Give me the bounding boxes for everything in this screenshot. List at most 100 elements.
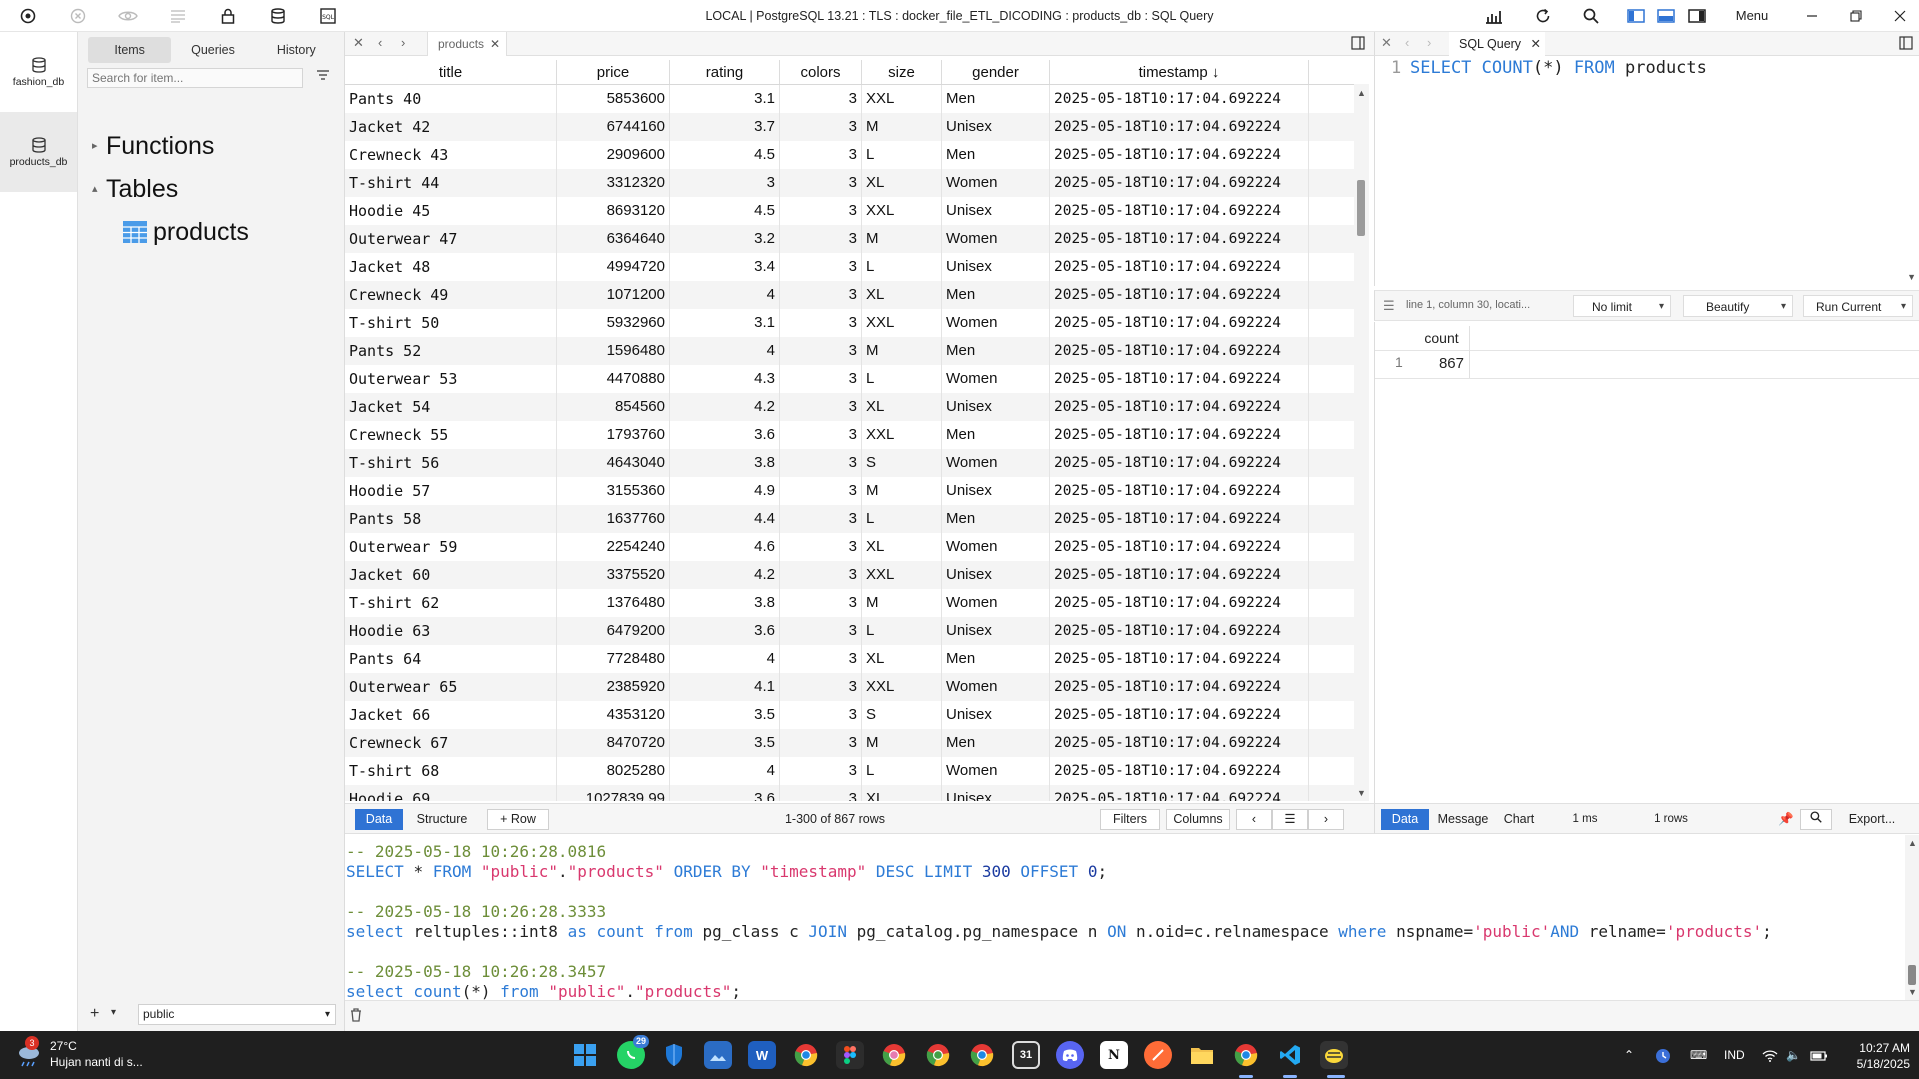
- tab-queries[interactable]: Queries: [171, 37, 254, 63]
- cell-rating[interactable]: 3.6: [670, 421, 780, 449]
- cell-title[interactable]: Pants 40: [345, 85, 557, 113]
- cell-size[interactable]: M: [862, 477, 942, 505]
- cell-colors[interactable]: 3: [780, 309, 862, 337]
- cell-price[interactable]: 854560: [557, 393, 670, 421]
- cell-rating[interactable]: 4: [670, 337, 780, 365]
- cell-colors[interactable]: 3: [780, 505, 862, 533]
- cell-rating[interactable]: 4.9: [670, 477, 780, 505]
- table-row[interactable]: Crewneck 55 1793760 3.6 3 XXL Men 2025-05-18T1…: [345, 421, 1354, 449]
- vscode-icon[interactable]: [1276, 1041, 1304, 1069]
- chrome-profile-icon[interactable]: [880, 1041, 908, 1069]
- data-tab-button[interactable]: Data: [1381, 809, 1429, 830]
- cell-title[interactable]: Jacket 42: [345, 113, 557, 141]
- cell-colors[interactable]: 3: [780, 533, 862, 561]
- cell-rating[interactable]: 4: [670, 281, 780, 309]
- search-icon[interactable]: [1800, 809, 1832, 830]
- cell-price[interactable]: 4470880: [557, 365, 670, 393]
- cell-timestamp[interactable]: 2025-05-18T10:17:04.692224: [1050, 757, 1309, 785]
- sql-code[interactable]: SELECT COUNT(*) FROM products: [1410, 58, 1707, 78]
- cell-colors[interactable]: 3: [780, 253, 862, 281]
- keyboard-icon[interactable]: ⌨: [1690, 1031, 1707, 1079]
- trash-icon[interactable]: [350, 1008, 362, 1025]
- cell-price[interactable]: 6479200: [557, 617, 670, 645]
- cell-price[interactable]: 1376480: [557, 589, 670, 617]
- whatsapp-icon[interactable]: 29: [617, 1035, 650, 1069]
- cell-timestamp[interactable]: 2025-05-18T10:17:04.692224: [1050, 505, 1309, 533]
- cell-colors[interactable]: 3: [780, 421, 862, 449]
- cell-colors[interactable]: 3: [780, 393, 862, 421]
- cell-timestamp[interactable]: 2025-05-18T10:17:04.692224: [1050, 197, 1309, 225]
- cell-title[interactable]: Hoodie 57: [345, 477, 557, 505]
- cell-gender[interactable]: Women: [942, 169, 1050, 197]
- system-clock[interactable]: 10:27 AM 5/18/2025: [1830, 1040, 1910, 1072]
- language-indicator[interactable]: IND: [1724, 1031, 1745, 1079]
- cell-price[interactable]: 7728480: [557, 645, 670, 673]
- cell-price[interactable]: 2385920: [557, 673, 670, 701]
- column-header-colors[interactable]: colors: [780, 60, 862, 84]
- close-circle-icon[interactable]: [60, 0, 96, 32]
- menu-button[interactable]: Menu: [1722, 0, 1782, 32]
- scroll-up-icon[interactable]: ▲: [1357, 88, 1366, 98]
- cell-timestamp[interactable]: 2025-05-18T10:17:04.692224: [1050, 449, 1309, 477]
- cell-size[interactable]: XL: [862, 645, 942, 673]
- cell-colors[interactable]: 3: [780, 589, 862, 617]
- cell-gender[interactable]: Women: [942, 673, 1050, 701]
- plus-icon[interactable]: +: [90, 1005, 99, 1023]
- run-current-button[interactable]: Run Current ▾: [1803, 295, 1913, 317]
- cell-rating[interactable]: 4.3: [670, 365, 780, 393]
- cell-title[interactable]: Crewneck 43: [345, 141, 557, 169]
- cell-colors[interactable]: 3: [780, 729, 862, 757]
- cell-price[interactable]: 1027839.99: [557, 785, 670, 801]
- cell-gender[interactable]: Unisex: [942, 113, 1050, 141]
- table-row[interactable]: T-shirt 62 1376480 3.8 3 M Women 2025-05-18T10…: [345, 589, 1354, 617]
- database-icon[interactable]: [260, 0, 296, 32]
- minimize-icon[interactable]: [1794, 0, 1830, 32]
- table-row[interactable]: Hoodie 63 6479200 3.6 3 L Unisex 2025-05-18T10…: [345, 617, 1354, 645]
- cell-size[interactable]: L: [862, 141, 942, 169]
- close-tab-icon[interactable]: ✕: [1531, 32, 1541, 56]
- panel-toggle-icon[interactable]: [1899, 36, 1913, 53]
- connection-fashion-db[interactable]: fashion_db: [0, 32, 77, 112]
- cell-timestamp[interactable]: 2025-05-18T10:17:04.692224: [1050, 785, 1309, 801]
- page-settings-icon[interactable]: ☰: [1272, 809, 1308, 830]
- table-row[interactable]: Pants 40 5853600 3.1 3 XXL Men 2025-05-18T10:1…: [345, 85, 1354, 113]
- table-row[interactable]: Jacket 48 4994720 3.4 3 L Unisex 2025-05-18T10…: [345, 253, 1354, 281]
- close-tab-icon[interactable]: ✕: [490, 32, 500, 56]
- cell-colors[interactable]: 3: [780, 561, 862, 589]
- cell-title[interactable]: Crewneck 55: [345, 421, 557, 449]
- table-row[interactable]: Outerwear 65 2385920 4.1 3 XXL Women 2025-05-1…: [345, 673, 1354, 701]
- column-header-size[interactable]: size: [862, 60, 942, 84]
- chrome-profile-icon[interactable]: [1232, 1041, 1260, 1069]
- cell-size[interactable]: M: [862, 589, 942, 617]
- cell-title[interactable]: Outerwear 65: [345, 673, 557, 701]
- cell-price[interactable]: 4353120: [557, 701, 670, 729]
- cell-rating[interactable]: 3.8: [670, 589, 780, 617]
- cell-colors[interactable]: 3: [780, 785, 862, 801]
- column-header-title[interactable]: title: [345, 60, 557, 84]
- cell-size[interactable]: XXL: [862, 561, 942, 589]
- table-row[interactable]: Jacket 42 6744160 3.7 3 M Unisex 2025-05-18T10…: [345, 113, 1354, 141]
- cell-rating[interactable]: 3: [670, 169, 780, 197]
- table-row[interactable]: Hoodie 45 8693120 4.5 3 XXL Unisex 2025-05-18T…: [345, 197, 1354, 225]
- cell-size[interactable]: L: [862, 757, 942, 785]
- cell-colors[interactable]: 3: [780, 673, 862, 701]
- scrollbar-thumb[interactable]: [1357, 180, 1365, 236]
- cell-rating[interactable]: 3.4: [670, 253, 780, 281]
- cell-price[interactable]: 2254240: [557, 533, 670, 561]
- cell-timestamp[interactable]: 2025-05-18T10:17:04.692224: [1050, 421, 1309, 449]
- count-value[interactable]: 867: [1414, 350, 1470, 378]
- postman-icon[interactable]: [1144, 1041, 1172, 1069]
- table-row[interactable]: Outerwear 53 4470880 4.3 3 L Women 2025-05-18T…: [345, 365, 1354, 393]
- cell-rating[interactable]: 4.5: [670, 197, 780, 225]
- table-row[interactable]: Pants 58 1637760 4.4 3 L Men 2025-05-18T10:17:…: [345, 505, 1354, 533]
- cell-rating[interactable]: 3.1: [670, 309, 780, 337]
- cell-price[interactable]: 5853600: [557, 85, 670, 113]
- refresh-icon[interactable]: [1525, 0, 1561, 32]
- cell-timestamp[interactable]: 2025-05-18T10:17:04.692224: [1050, 645, 1309, 673]
- cell-size[interactable]: XL: [862, 281, 942, 309]
- chevron-left-icon[interactable]: ‹: [378, 35, 382, 50]
- chrome-icon[interactable]: [792, 1041, 820, 1069]
- scroll-down-icon[interactable]: ▼: [1357, 788, 1366, 798]
- figma-icon[interactable]: [836, 1041, 864, 1069]
- cell-size[interactable]: XL: [862, 169, 942, 197]
